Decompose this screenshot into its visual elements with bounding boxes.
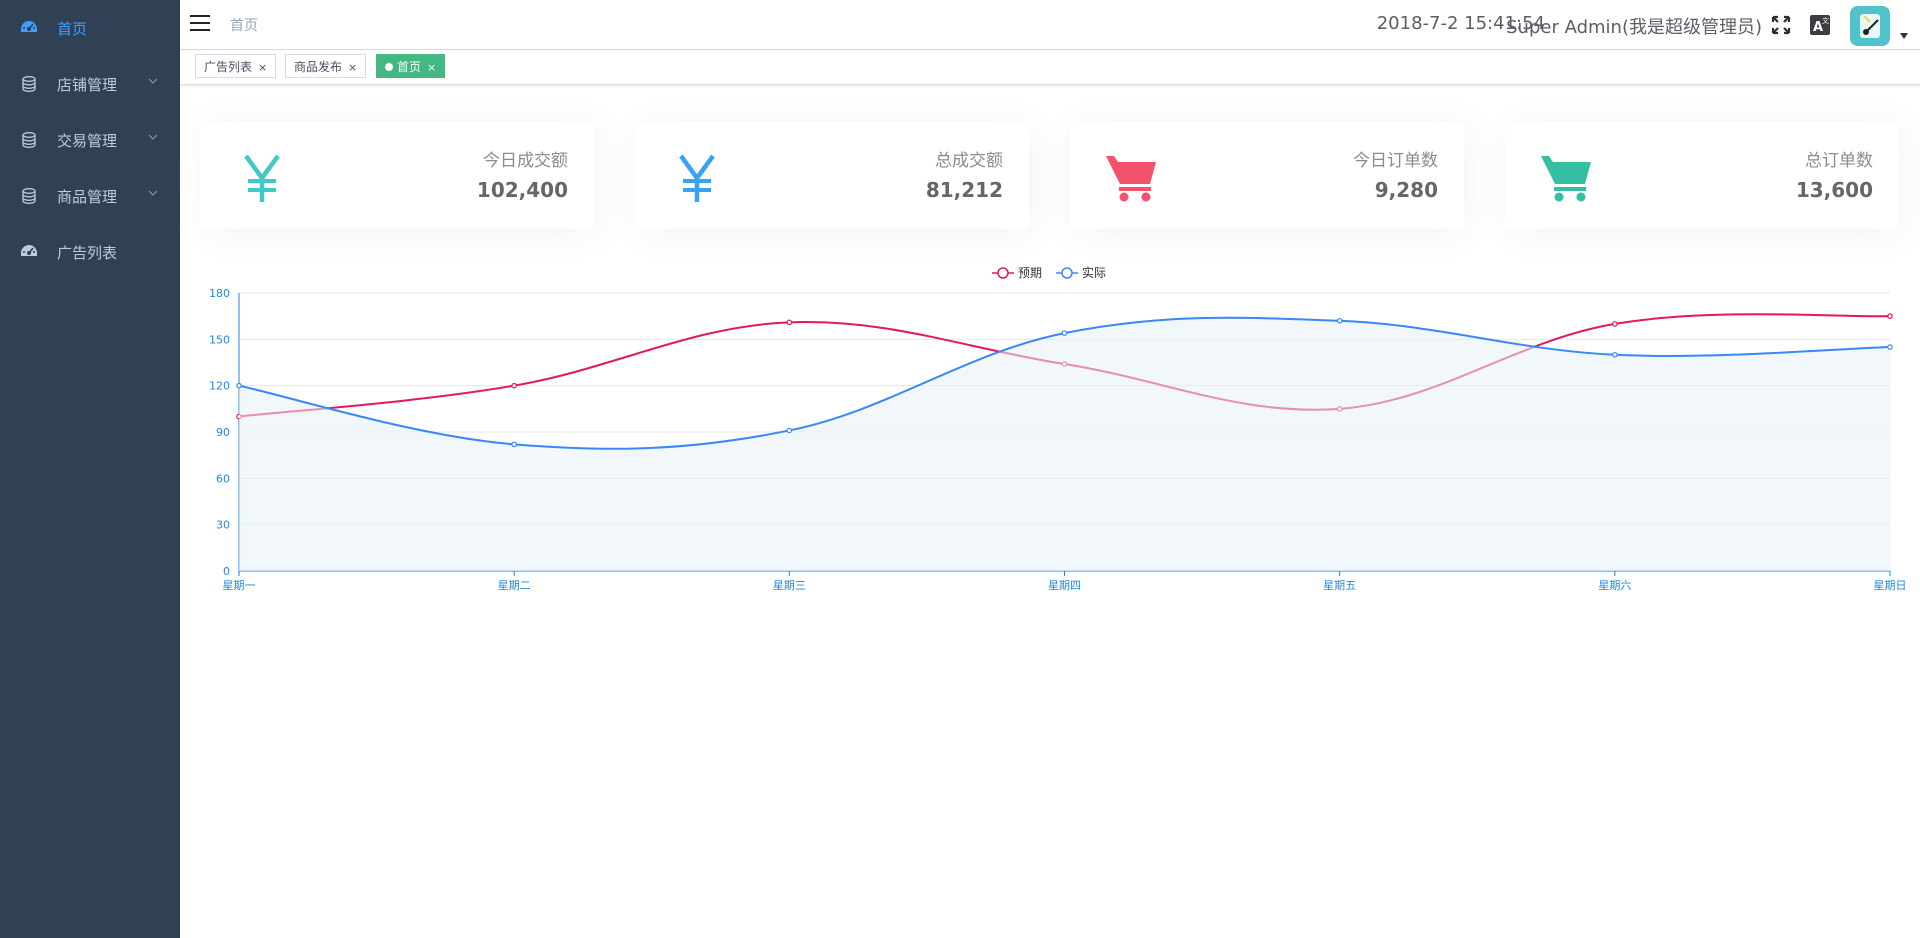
active-dot-icon [385,63,393,71]
stat-card-total-orders[interactable]: 总订单数 13,600 [1505,122,1899,229]
legend-label: 实际 [1082,265,1106,280]
card-value: 102,400 [476,178,568,202]
data-point [511,441,517,448]
chevron-down-icon [148,134,158,140]
chevron-down-icon [148,78,158,84]
data-point [1612,321,1618,327]
caret-down-icon[interactable] [1899,33,1909,39]
tag-home[interactable]: 首页 × [376,54,446,80]
y-tick-label: 90 [216,426,230,439]
card-value: 13,600 [1795,178,1873,202]
line-chart-svg: 0 30 60 90 120 150 180 星期一 星期二 星期三 星期四 星期五 星期六 星期日 预期 实… [209,265,1907,592]
data-point [786,319,793,326]
card-title: 今日订单数 [1353,151,1438,171]
shopping-cart-icon [1541,156,1591,202]
card-value: 81,212 [925,178,1003,202]
sidebar-item-label: 首页 [57,20,88,38]
data-point [1612,351,1618,358]
close-icon[interactable]: × [427,56,436,80]
top-navbar: 首页 2018-7-2 15:41:54 Super Admin(我是超级管理员… [180,0,1920,50]
yen-icon [679,154,715,202]
sidebar-item-product-management[interactable]: 商品管理 [0,168,180,224]
card-title: 今日成交额 [483,151,568,171]
data-point [1061,330,1068,336]
avatar-image-icon [1850,6,1890,46]
sidebar: 首页 店铺管理 交易管理 商品管理 广告列表 [0,0,180,938]
sidebar-item-home[interactable]: 首页 [0,0,180,56]
tag-ad-list[interactable]: 广告列表 × [195,54,277,80]
username-display: Super Admin(我是超级管理员) [1506,17,1762,38]
tag-label: 首页 [397,60,422,74]
navbar-right-menu: 2018-7-2 15:41:54 Super Admin(我是超级管理员) A… [1220,0,1920,49]
language-switch-icon[interactable]: A 文 [1810,15,1830,35]
x-tick-label: 星期四 [1048,579,1081,592]
y-tick-label: 60 [216,472,230,485]
y-tick-label: 120 [209,380,230,393]
x-tick-label: 星期三 [773,579,806,592]
x-tick-label: 星期六 [1598,579,1631,592]
line-chart: 0 30 60 90 120 150 180 星期一 星期二 星期三 星期四 星期五 星期六 星期日 预期 实… [180,255,1920,605]
data-point [1336,318,1343,324]
tag-label: 商品发布 [294,60,343,74]
chevron-down-icon [148,190,158,196]
breadcrumb: 首页 [230,18,258,34]
stat-card-total-turnover[interactable]: 总成交额 81,212 [635,122,1029,229]
y-tick-label: 0 [223,565,230,578]
dashboard-icon [21,21,37,32]
x-tick-label: 星期日 [1874,579,1907,592]
data-point [511,382,517,389]
sidebar-item-label: 广告列表 [57,244,118,262]
legend-label: 预期 [1018,266,1042,280]
stat-card-today-orders[interactable]: 今日订单数 9,280 [1070,122,1464,229]
sidebar-item-ad-list[interactable]: 广告列表 [0,224,180,280]
hamburger-menu-icon[interactable] [190,14,210,32]
data-point [1887,344,1893,350]
sidebar-item-trade-management[interactable]: 交易管理 [0,112,180,168]
legend-marker [1061,267,1073,279]
dashboard-icon [21,245,37,256]
close-icon[interactable]: × [258,56,267,80]
y-tick-label: 180 [209,287,230,300]
svg-text:文: 文 [1822,16,1829,25]
tag-product-publish[interactable]: 商品发布 × [285,54,367,80]
y-tick-label: 30 [216,519,230,532]
tags-view: 广告列表 × 商品发布 × 首页 × [180,50,1920,85]
sidebar-item-label: 商品管理 [57,188,118,206]
shopping-cart-icon [1106,156,1156,202]
close-icon[interactable]: × [348,56,357,80]
x-tick-label: 星期一 [223,579,256,592]
card-value: 9,280 [1374,178,1438,202]
x-tick-label: 星期二 [498,579,531,592]
database-icon [22,132,36,148]
avatar[interactable] [1850,6,1890,46]
card-title: 总订单数 [1805,151,1873,171]
data-point [236,382,242,389]
database-icon [22,76,36,92]
x-tick-label: 星期五 [1323,579,1356,592]
stat-card-today-turnover[interactable]: 今日成交额 102,400 [200,122,594,229]
sidebar-item-label: 交易管理 [57,132,118,150]
tag-label: 广告列表 [204,60,253,74]
card-title: 总成交额 [935,151,1003,171]
legend-marker [997,267,1009,279]
database-icon [22,188,36,204]
yen-icon [244,154,280,202]
y-tick-label: 150 [209,333,230,346]
sidebar-item-store-management[interactable]: 店铺管理 [0,56,180,112]
data-point [786,427,793,434]
fullscreen-icon[interactable] [1771,15,1791,35]
sidebar-item-label: 店铺管理 [57,76,118,94]
data-point [1887,313,1893,319]
